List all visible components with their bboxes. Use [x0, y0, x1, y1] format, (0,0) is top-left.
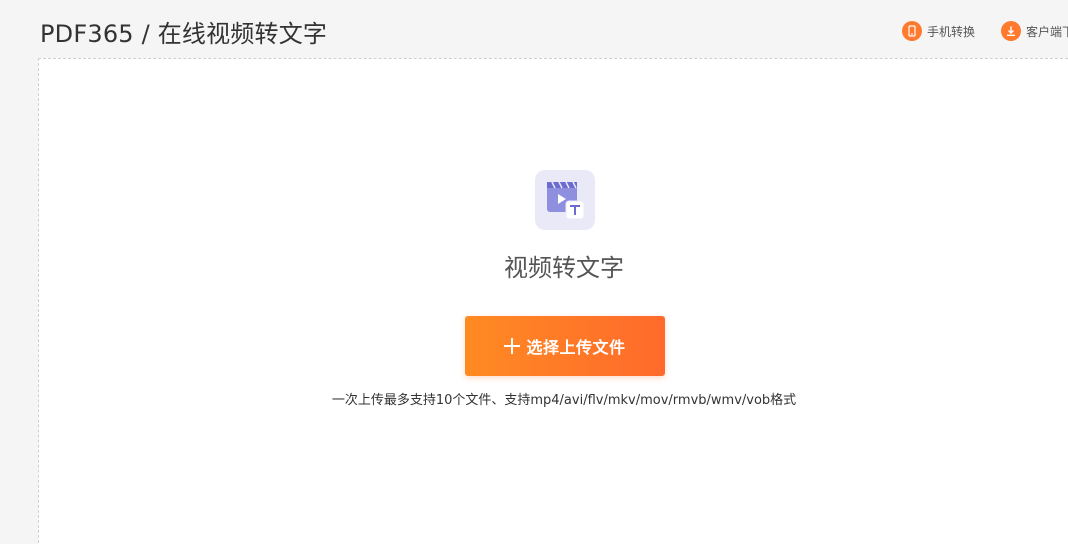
- select-upload-file-button[interactable]: 选择上传文件: [465, 316, 665, 376]
- upload-button-label: 选择上传文件: [526, 338, 626, 357]
- mobile-convert-link[interactable]: 手机转换: [902, 21, 975, 41]
- page: PDF365 / 在线视频转文字 手机转换 客户端下: [0, 0, 1068, 544]
- plus-icon: [504, 338, 521, 354]
- upload-panel[interactable]: 视频转文字 选择上传文件 一次上传最多支持10个文件、支持mp4/avi/flv…: [38, 58, 1068, 544]
- download-icon: [1001, 21, 1022, 41]
- page-title: PDF365 / 在线视频转文字: [40, 20, 328, 48]
- client-download-label: 客户端下: [1026, 24, 1068, 39]
- tool-title: 视频转文字: [504, 254, 624, 282]
- top-actions: 手机转换 客户端下: [902, 21, 1068, 41]
- video-to-text-icon: [535, 170, 595, 230]
- upload-hint: 一次上传最多支持10个文件、支持mp4/avi/flv/mkv/mov/rmvb…: [331, 393, 797, 408]
- mobile-convert-label: 手机转换: [927, 24, 976, 39]
- phone-icon: [902, 21, 922, 41]
- client-download-link[interactable]: 客户端下: [1001, 21, 1068, 41]
